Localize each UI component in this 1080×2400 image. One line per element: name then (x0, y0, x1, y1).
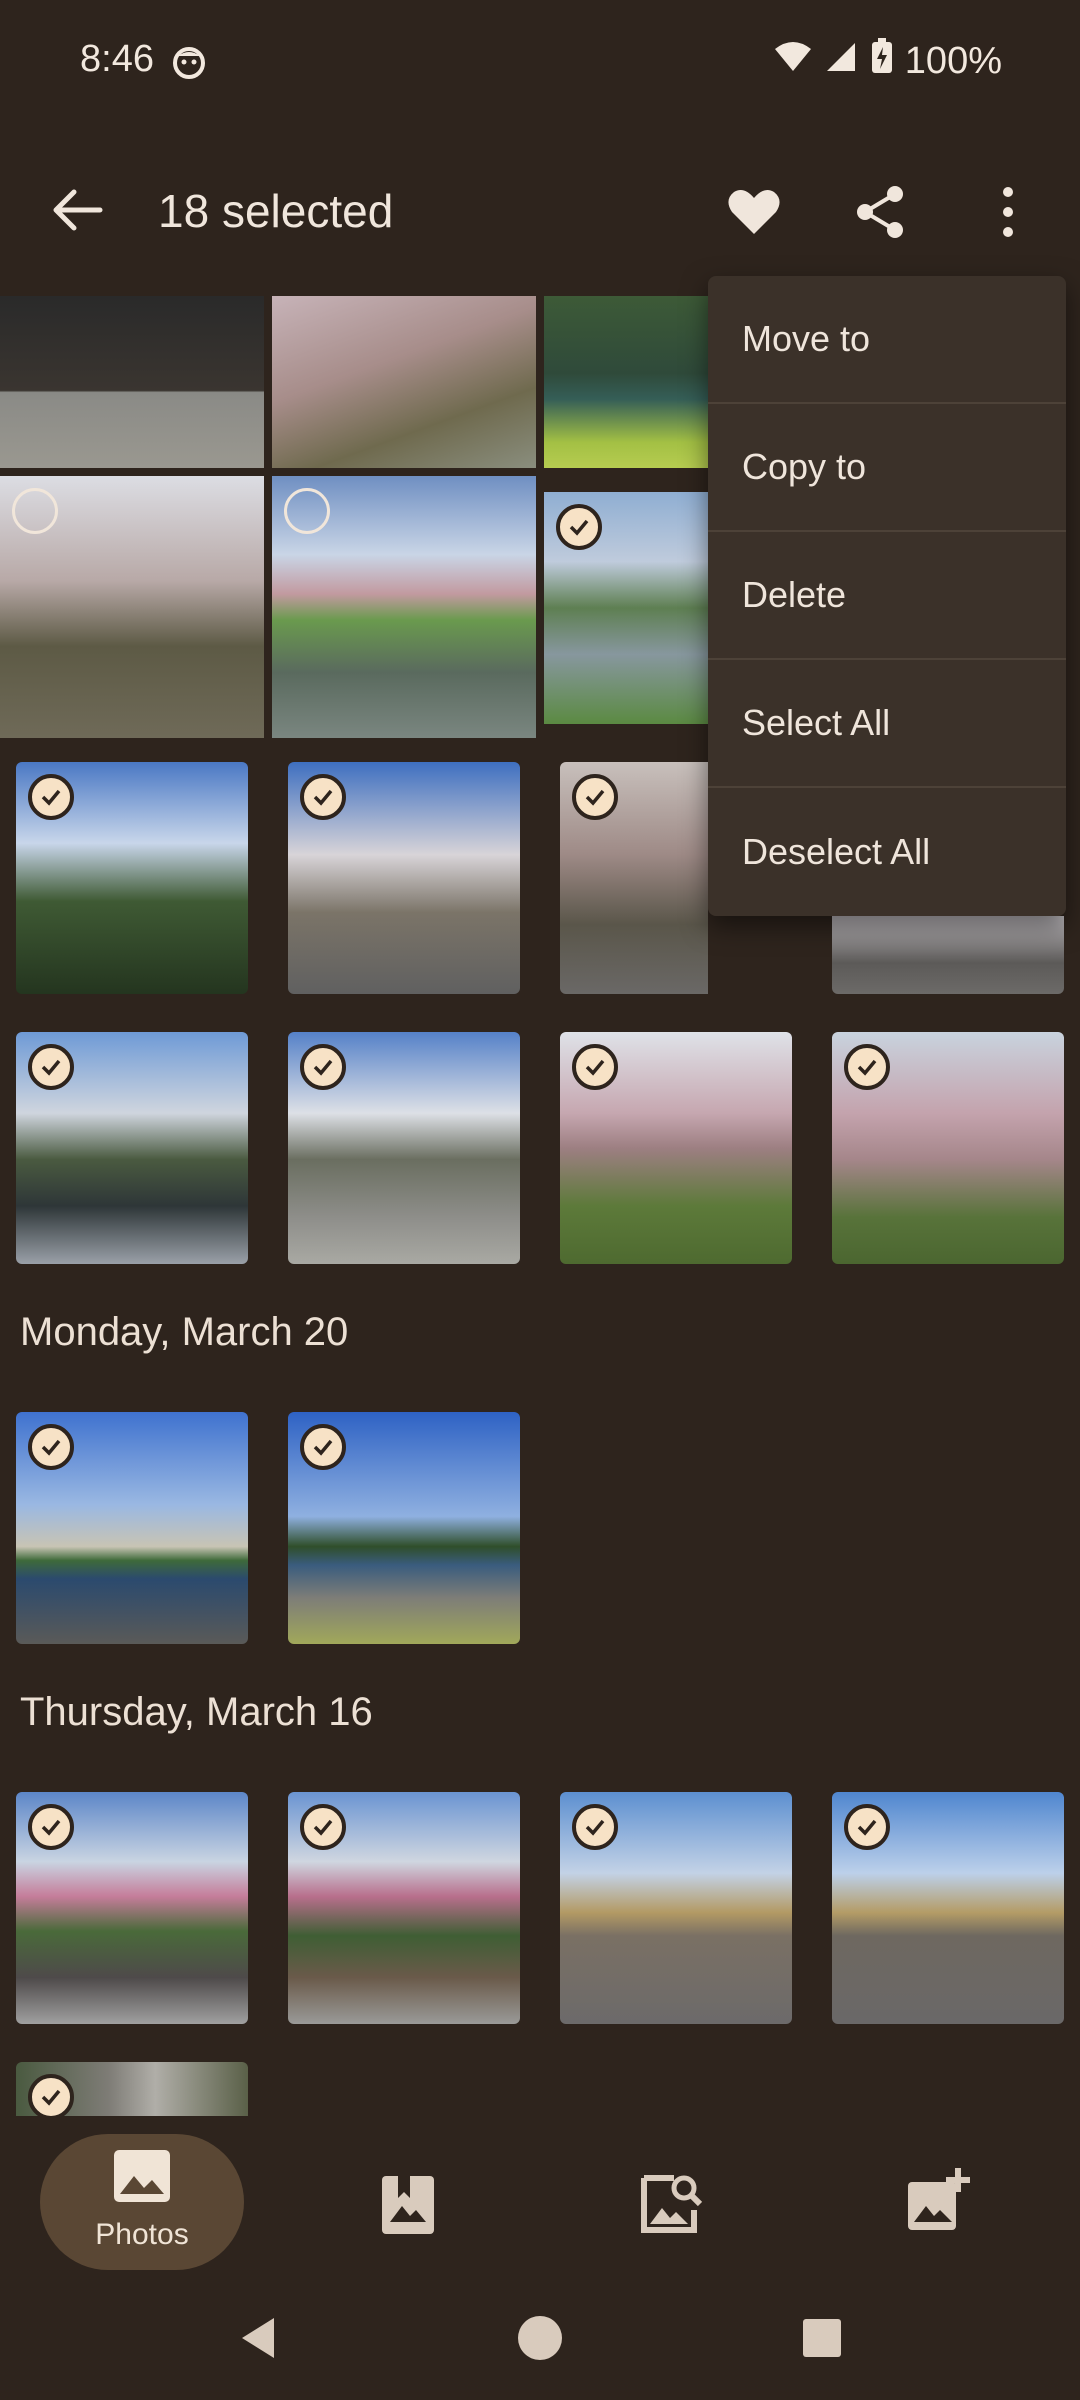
overflow-menu: Move to Copy to Delete Select All Desele… (708, 276, 1066, 916)
face-icon (172, 46, 206, 80)
selected-check-icon[interactable] (28, 774, 74, 820)
menu-item-move-to[interactable]: Move to (708, 276, 1066, 404)
unchecked-circle-icon[interactable] (284, 488, 330, 534)
selected-check-icon[interactable] (556, 504, 602, 550)
photo-icon (112, 2148, 172, 2209)
albums-icon (368, 2176, 448, 2248)
share-icon (851, 186, 911, 246)
selected-check-icon[interactable] (300, 1424, 346, 1470)
nav-item-search[interactable] (630, 2164, 710, 2244)
nav-item-add[interactable] (896, 2160, 980, 2244)
selected-check-icon[interactable] (300, 774, 346, 820)
selected-check-icon[interactable] (572, 774, 618, 820)
photo-thumbnail[interactable] (288, 1032, 520, 1264)
system-recents-icon[interactable] (802, 2318, 842, 2363)
add-photo-icon (896, 2168, 980, 2248)
photo-thumbnail[interactable] (544, 492, 708, 724)
selected-check-icon[interactable] (300, 1804, 346, 1850)
photo-thumbnail[interactable] (16, 2062, 248, 2116)
selected-check-icon[interactable] (844, 1044, 890, 1090)
section-date-header: Monday, March 20 (20, 1310, 349, 1354)
photo-thumbnail[interactable] (560, 762, 708, 994)
photo-thumbnail[interactable] (16, 1792, 248, 2024)
section-date-header: Thursday, March 16 (20, 1690, 373, 1734)
system-home-icon[interactable] (516, 2314, 564, 2367)
photo-thumbnail[interactable] (0, 476, 264, 738)
photo-thumbnail[interactable] (544, 296, 708, 468)
selected-check-icon[interactable] (572, 1804, 618, 1850)
status-icons: 100% (773, 38, 1002, 84)
nav-item-albums[interactable] (368, 2164, 448, 2244)
selected-check-icon[interactable] (572, 1044, 618, 1090)
photo-thumbnail[interactable] (288, 1792, 520, 2024)
back-arrow-icon (48, 189, 108, 244)
photo-thumbnail[interactable] (832, 1792, 1064, 2024)
menu-item-copy-to[interactable]: Copy to (708, 404, 1066, 532)
selected-check-icon[interactable] (300, 1044, 346, 1090)
photo-thumbnail[interactable] (16, 1412, 248, 1644)
photo-thumbnail[interactable] (832, 1032, 1064, 1264)
selected-check-icon[interactable] (28, 1424, 74, 1470)
heart-icon (724, 190, 784, 246)
more-options-button[interactable] (978, 182, 1038, 242)
status-time: 8:46 (80, 38, 154, 80)
selected-check-icon[interactable] (844, 1804, 890, 1850)
photo-thumbnail[interactable] (272, 296, 536, 468)
battery-icon (871, 38, 893, 84)
more-vert-icon (978, 187, 1038, 246)
favorite-button[interactable] (724, 182, 784, 242)
photo-thumbnail[interactable] (0, 296, 264, 468)
menu-item-deselect-all[interactable]: Deselect All (708, 788, 1066, 916)
menu-item-delete[interactable]: Delete (708, 532, 1066, 660)
back-button[interactable] (48, 180, 108, 240)
wifi-icon (773, 39, 813, 83)
photo-search-icon (630, 2175, 710, 2248)
photo-thumbnail[interactable] (272, 476, 536, 738)
photo-thumbnail[interactable] (288, 1412, 520, 1644)
selected-check-icon[interactable] (28, 2074, 74, 2116)
menu-item-select-all[interactable]: Select All (708, 660, 1066, 788)
system-back-icon[interactable] (238, 2316, 278, 2365)
photo-thumbnail[interactable] (832, 916, 1064, 994)
photo-thumbnail[interactable] (560, 1792, 792, 2024)
battery-level: 100% (904, 39, 1002, 82)
photo-thumbnail[interactable] (560, 1032, 792, 1264)
photo-thumbnail[interactable] (16, 1032, 248, 1264)
selected-check-icon[interactable] (28, 1044, 74, 1090)
selection-count-title: 18 selected (158, 185, 394, 237)
signal-icon (825, 39, 859, 83)
unchecked-circle-icon[interactable] (12, 488, 58, 534)
photo-thumbnail[interactable] (16, 762, 248, 994)
share-button[interactable] (851, 182, 911, 242)
nav-label-photos: Photos (95, 2218, 189, 2251)
photo-thumbnail[interactable] (288, 762, 520, 994)
selected-check-icon[interactable] (28, 1804, 74, 1850)
